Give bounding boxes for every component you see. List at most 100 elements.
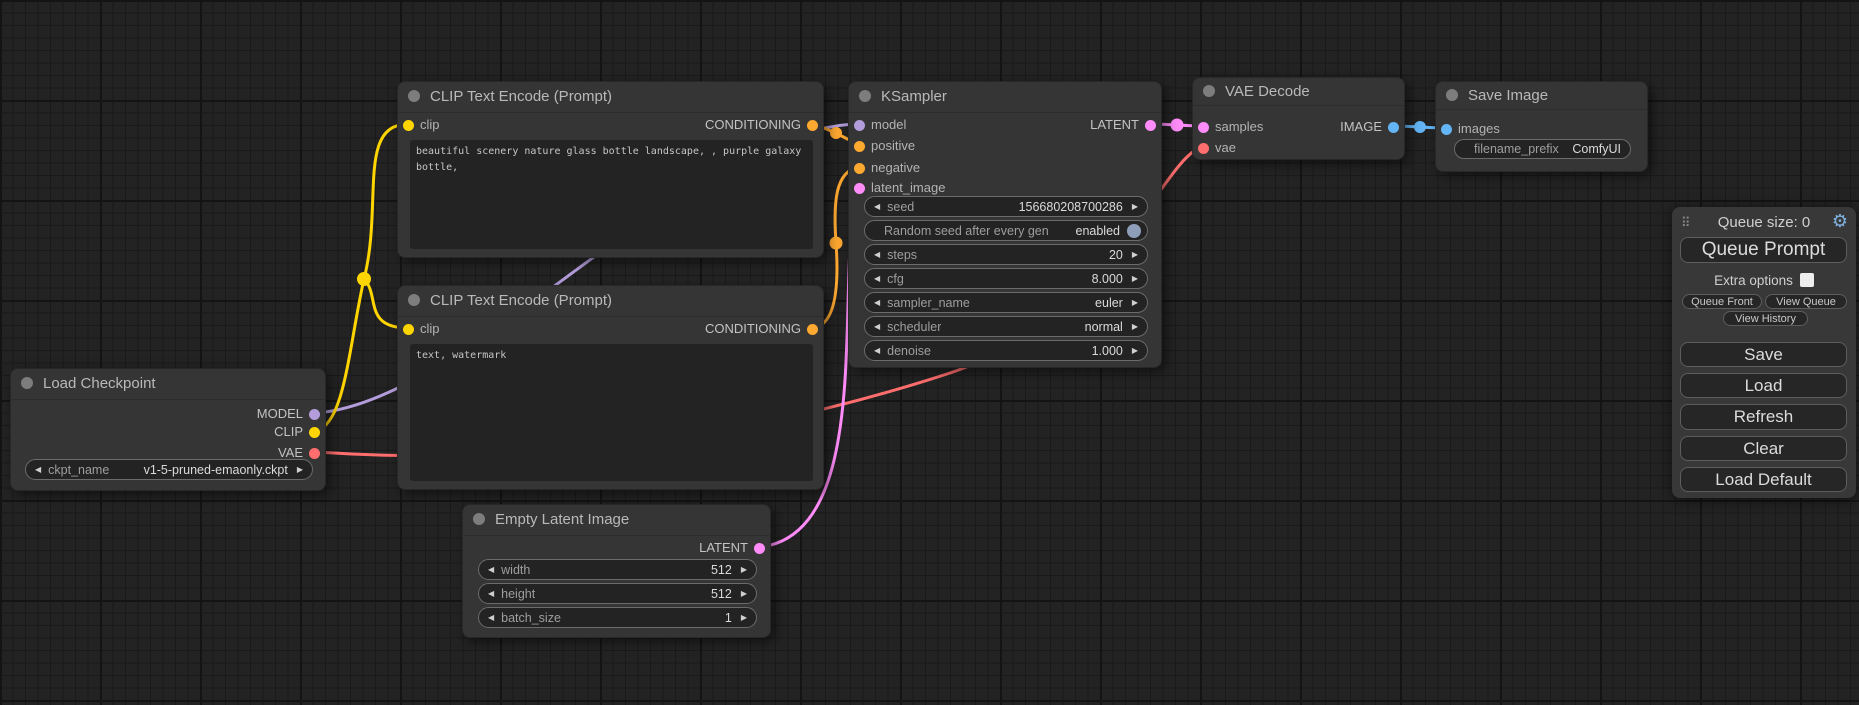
node-clip-text-encode-negative[interactable]: CLIP Text Encode (Prompt) clip CONDITION…: [397, 285, 824, 490]
image-port-dot[interactable]: [1388, 122, 1399, 133]
node-header[interactable]: CLIP Text Encode (Prompt): [398, 82, 823, 113]
view-history-button[interactable]: View History: [1723, 311, 1808, 326]
input-clip[interactable]: clip: [398, 321, 440, 337]
latent-port-dot[interactable]: [1198, 122, 1209, 133]
clear-button[interactable]: Clear: [1680, 436, 1847, 461]
input-latent-image[interactable]: latent_image: [849, 180, 945, 196]
collapse-dot-icon[interactable]: [21, 377, 33, 389]
ckpt-name-widget[interactable]: ◀ ckpt_name v1-5-pruned-emaonly.ckpt ▶: [25, 459, 313, 480]
node-header[interactable]: Load Checkpoint: [11, 369, 325, 400]
input-images[interactable]: images: [1436, 121, 1500, 137]
collapse-dot-icon[interactable]: [1446, 89, 1458, 101]
batch-size-widget[interactable]: ◀ batch_size 1 ▶: [478, 607, 757, 628]
negative-prompt-textarea[interactable]: text, watermark: [410, 344, 813, 481]
input-positive[interactable]: positive: [849, 138, 915, 154]
toggle-dot-icon[interactable]: [1127, 224, 1141, 238]
arrow-right-icon[interactable]: ▶: [1132, 203, 1138, 211]
clip-port-dot[interactable]: [403, 324, 414, 335]
output-conditioning[interactable]: CONDITIONING: [705, 117, 823, 133]
clip-port-dot[interactable]: [403, 120, 414, 131]
arrow-left-icon[interactable]: ◀: [488, 614, 494, 622]
arrow-left-icon[interactable]: ◀: [874, 251, 880, 259]
collapse-dot-icon[interactable]: [859, 90, 871, 102]
input-model[interactable]: model: [849, 117, 906, 133]
latent-port-dot[interactable]: [754, 543, 765, 554]
arrow-left-icon[interactable]: ◀: [874, 203, 880, 211]
arrow-right-icon[interactable]: ▶: [741, 590, 747, 598]
output-clip[interactable]: CLIP: [274, 424, 325, 440]
latent-port-dot[interactable]: [1145, 120, 1156, 131]
gear-icon[interactable]: ⚙: [1832, 212, 1848, 230]
node-clip-text-encode-positive[interactable]: CLIP Text Encode (Prompt) clip CONDITION…: [397, 81, 824, 258]
node-graph-canvas[interactable]: Load Checkpoint MODEL CLIP VAE ◀ ckpt_na…: [0, 0, 1859, 705]
node-header[interactable]: Empty Latent Image: [463, 505, 770, 536]
output-image[interactable]: IMAGE: [1340, 119, 1404, 135]
arrow-left-icon[interactable]: ◀: [488, 566, 494, 574]
conditioning-port-dot[interactable]: [854, 141, 865, 152]
latent-port-dot[interactable]: [854, 183, 865, 194]
node-header[interactable]: KSampler: [849, 82, 1161, 113]
denoise-widget[interactable]: ◀ denoise 1.000 ▶: [864, 340, 1148, 361]
load-button[interactable]: Load: [1680, 373, 1847, 398]
model-port-dot[interactable]: [309, 409, 320, 420]
cfg-widget[interactable]: ◀ cfg 8.000 ▶: [864, 268, 1148, 289]
node-header[interactable]: VAE Decode: [1193, 78, 1404, 106]
node-ksampler[interactable]: KSampler model positive negative latent_…: [848, 81, 1162, 368]
node-vae-decode[interactable]: VAE Decode samples vae IMAGE: [1192, 77, 1405, 160]
arrow-right-icon[interactable]: ▶: [1132, 299, 1138, 307]
arrow-right-icon[interactable]: ▶: [1132, 323, 1138, 331]
arrow-right-icon[interactable]: ▶: [1132, 275, 1138, 283]
height-widget[interactable]: ◀ height 512 ▶: [478, 583, 757, 604]
save-button[interactable]: Save: [1680, 342, 1847, 367]
output-model[interactable]: MODEL: [257, 406, 325, 422]
extra-options-checkbox[interactable]: [1800, 273, 1814, 287]
node-save-image[interactable]: Save Image images filename_prefix ComfyU…: [1435, 81, 1648, 172]
conditioning-port-dot[interactable]: [854, 163, 865, 174]
collapse-dot-icon[interactable]: [1203, 85, 1215, 97]
random-seed-widget[interactable]: Random seed after every gen enabled: [864, 220, 1148, 241]
vae-port-dot[interactable]: [1198, 143, 1209, 154]
conditioning-port-dot[interactable]: [807, 324, 818, 335]
steps-widget[interactable]: ◀ steps 20 ▶: [864, 244, 1148, 265]
input-clip[interactable]: clip: [398, 117, 440, 133]
node-header[interactable]: Save Image: [1436, 82, 1647, 110]
arrow-right-icon[interactable]: ▶: [1132, 347, 1138, 355]
vae-port-dot[interactable]: [309, 448, 320, 459]
filename-prefix-widget[interactable]: filename_prefix ComfyUI: [1454, 139, 1631, 159]
node-load-checkpoint[interactable]: Load Checkpoint MODEL CLIP VAE ◀ ckpt_na…: [10, 368, 326, 491]
arrow-left-icon[interactable]: ◀: [488, 590, 494, 598]
arrow-right-icon[interactable]: ▶: [297, 466, 303, 474]
queue-front-button[interactable]: Queue Front: [1682, 294, 1762, 309]
arrow-right-icon[interactable]: ▶: [741, 614, 747, 622]
clip-port-dot[interactable]: [309, 427, 320, 438]
scheduler-widget[interactable]: ◀ scheduler normal ▶: [864, 316, 1148, 337]
collapse-dot-icon[interactable]: [408, 90, 420, 102]
collapse-dot-icon[interactable]: [473, 513, 485, 525]
positive-prompt-textarea[interactable]: beautiful scenery nature glass bottle la…: [410, 140, 813, 249]
conditioning-port-dot[interactable]: [807, 120, 818, 131]
input-negative[interactable]: negative: [849, 160, 920, 176]
seed-widget[interactable]: ◀ seed 156680208700286 ▶: [864, 196, 1148, 217]
image-port-dot[interactable]: [1441, 124, 1452, 135]
output-latent[interactable]: LATENT: [699, 540, 770, 556]
view-queue-button[interactable]: View Queue: [1765, 294, 1847, 309]
model-port-dot[interactable]: [854, 120, 865, 131]
width-widget[interactable]: ◀ width 512 ▶: [478, 559, 757, 580]
refresh-button[interactable]: Refresh: [1680, 404, 1847, 430]
node-header[interactable]: CLIP Text Encode (Prompt): [398, 286, 823, 317]
arrow-right-icon[interactable]: ▶: [1132, 251, 1138, 259]
queue-prompt-button[interactable]: Queue Prompt: [1680, 237, 1847, 263]
arrow-left-icon[interactable]: ◀: [874, 299, 880, 307]
sampler-name-widget[interactable]: ◀ sampler_name euler ▶: [864, 292, 1148, 313]
arrow-left-icon[interactable]: ◀: [35, 466, 41, 474]
arrow-left-icon[interactable]: ◀: [874, 323, 880, 331]
arrow-left-icon[interactable]: ◀: [874, 347, 880, 355]
node-empty-latent-image[interactable]: Empty Latent Image LATENT ◀ width 512 ▶ …: [462, 504, 771, 638]
load-default-button[interactable]: Load Default: [1680, 467, 1847, 492]
arrow-right-icon[interactable]: ▶: [741, 566, 747, 574]
collapse-dot-icon[interactable]: [408, 294, 420, 306]
output-conditioning[interactable]: CONDITIONING: [705, 321, 823, 337]
arrow-left-icon[interactable]: ◀: [874, 275, 880, 283]
input-samples[interactable]: samples: [1193, 119, 1263, 135]
input-vae[interactable]: vae: [1193, 140, 1236, 156]
